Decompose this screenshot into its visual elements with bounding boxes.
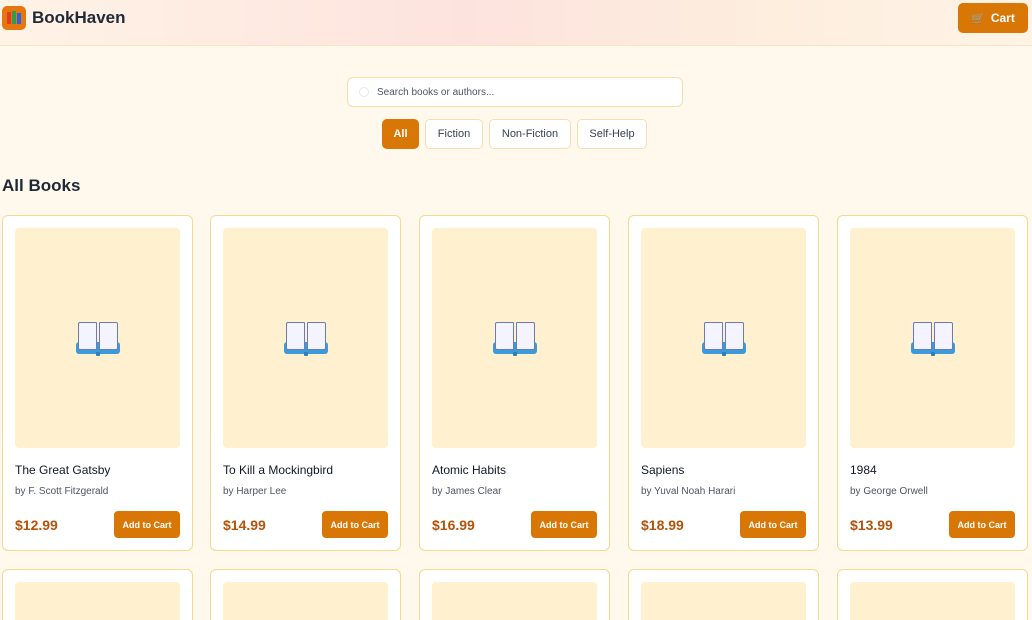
open-book-icon — [283, 320, 328, 356]
book-author: by F. Scott Fitzgerald — [15, 486, 109, 497]
add-to-cart-button[interactable]: Add to Cart — [949, 511, 1015, 538]
book-card-partial[interactable] — [2, 569, 193, 620]
top-header: BookHaven 🛒 Cart — [0, 0, 1032, 46]
search-input[interactable] — [377, 78, 677, 106]
filter-non-fiction[interactable]: Non-Fiction — [489, 119, 571, 149]
book-author: by Harper Lee — [223, 486, 287, 497]
book-title[interactable]: The Great Gatsby — [15, 463, 110, 477]
cart-label: Cart — [990, 11, 1015, 25]
book-cover[interactable] — [850, 228, 1015, 448]
book-card[interactable]: To Kill a Mockingbird by Harper Lee $14.… — [210, 215, 401, 551]
book-price: $12.99 — [15, 517, 58, 533]
search-icon — [359, 87, 369, 97]
book-card[interactable]: Atomic Habits by James Clear $16.99 Add … — [419, 215, 610, 551]
open-book-icon — [910, 320, 955, 356]
book-cover[interactable] — [850, 582, 1015, 620]
book-card-partial[interactable] — [628, 569, 819, 620]
book-cover[interactable] — [432, 582, 597, 620]
filter-all[interactable]: All — [382, 119, 419, 149]
book-cover[interactable] — [15, 582, 180, 620]
book-price: $13.99 — [850, 517, 893, 533]
open-book-icon — [75, 320, 120, 356]
book-card-partial[interactable] — [837, 569, 1028, 620]
brand-name[interactable]: BookHaven — [32, 8, 126, 28]
book-cover[interactable] — [223, 582, 388, 620]
add-to-cart-button[interactable]: Add to Cart — [740, 511, 806, 538]
book-title[interactable]: To Kill a Mockingbird — [223, 463, 333, 477]
section-title: All Books — [2, 176, 81, 195]
book-card-partial[interactable] — [210, 569, 401, 620]
books-logo-icon[interactable] — [2, 6, 26, 30]
book-card[interactable]: The Great Gatsby by F. Scott Fitzgerald … — [2, 215, 193, 551]
add-to-cart-button[interactable]: Add to Cart — [322, 511, 388, 538]
open-book-icon — [492, 320, 537, 356]
filter-self-help[interactable]: Self-Help — [577, 119, 647, 149]
book-author: by George Orwell — [850, 486, 928, 497]
shopping-cart-icon: 🛒 — [971, 12, 985, 25]
book-price: $14.99 — [223, 517, 266, 533]
book-card[interactable]: 1984 by George Orwell $13.99 Add to Cart — [837, 215, 1028, 551]
book-title[interactable]: Atomic Habits — [432, 463, 506, 477]
book-card[interactable]: Sapiens by Yuval Noah Harari $18.99 Add … — [628, 215, 819, 551]
book-cover[interactable] — [641, 582, 806, 620]
book-cover[interactable] — [432, 228, 597, 448]
book-author: by James Clear — [432, 486, 502, 497]
book-cover[interactable] — [641, 228, 806, 448]
book-cover[interactable] — [223, 228, 388, 448]
add-to-cart-button[interactable]: Add to Cart — [114, 511, 180, 538]
add-to-cart-button[interactable]: Add to Cart — [531, 511, 597, 538]
book-title[interactable]: Sapiens — [641, 463, 684, 477]
cart-button[interactable]: 🛒 Cart — [958, 3, 1028, 33]
filter-fiction[interactable]: Fiction — [425, 119, 483, 149]
book-cover[interactable] — [15, 228, 180, 448]
book-title[interactable]: 1984 — [850, 463, 877, 477]
open-book-icon — [701, 320, 746, 356]
book-card-partial[interactable] — [419, 569, 610, 620]
search-box[interactable] — [347, 77, 683, 107]
book-price: $18.99 — [641, 517, 684, 533]
book-author: by Yuval Noah Harari — [641, 486, 736, 497]
book-price: $16.99 — [432, 517, 475, 533]
